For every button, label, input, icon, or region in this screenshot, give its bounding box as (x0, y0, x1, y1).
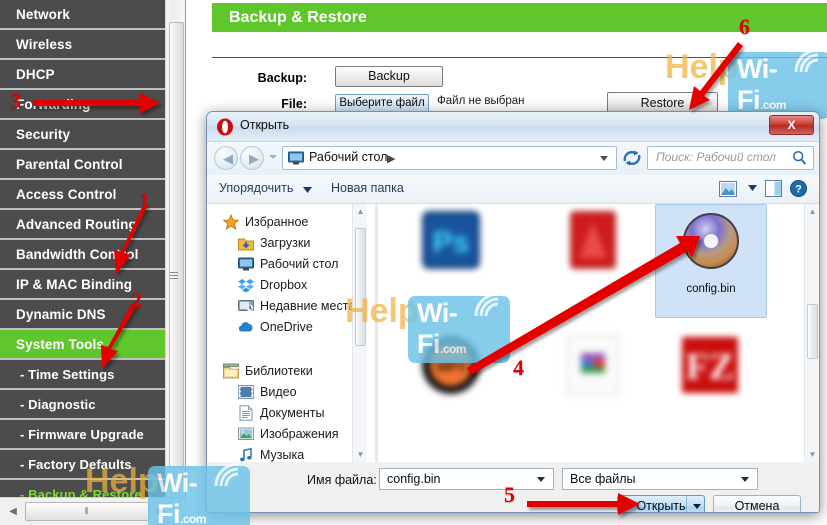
annotation-number-2: 2 (131, 287, 142, 312)
annotation-number-5: 5 (504, 482, 515, 507)
annotation-number-6: 6 (739, 14, 750, 39)
annotation-arrows-overlay (33, 42, 743, 515)
screenshot-root: Network Wireless DHCP Forwarding Securit… (0, 0, 827, 525)
annotation-number-4: 4 (513, 355, 524, 380)
annotation-number-1: 1 (139, 188, 150, 213)
annotation-number-3: 3 (10, 88, 21, 113)
